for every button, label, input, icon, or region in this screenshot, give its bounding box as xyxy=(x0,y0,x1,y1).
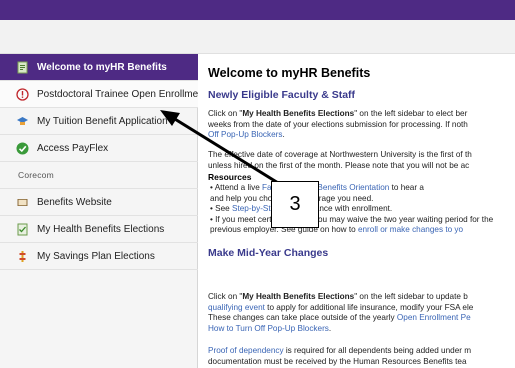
section-heading-newly-eligible: Newly Eligible Faculty & Staff xyxy=(208,89,356,101)
newly-eligible-paragraph-line-3: Off Pop-Up Blockers. xyxy=(208,130,285,139)
document-icon xyxy=(16,61,29,74)
main-content: Welcome to myHR Benefits Newly Eligible … xyxy=(208,54,515,368)
coverage-paragraph-line-1: The effective date of coverage at Northw… xyxy=(208,150,472,159)
mid-year-paragraph-line-3: These changes can take place outside of … xyxy=(208,313,471,322)
turn-off-pop-up-blockers-link[interactable]: How to Turn Off Pop-Up Blockers xyxy=(208,324,329,333)
annotation-callout: 3 xyxy=(271,181,319,228)
top-brand-bar xyxy=(0,0,515,20)
resources-heading: Resources xyxy=(208,172,252,182)
open-enrollment-period-link[interactable]: Open Enrollment Pe xyxy=(397,313,471,322)
sidebar-item-payflex[interactable]: Access PayFlex xyxy=(0,135,198,162)
proof-of-dependency-line-1: Proof of dependency is required for all … xyxy=(208,346,472,355)
page-title: Welcome to myHR Benefits xyxy=(208,66,371,80)
sidebar-item-health-benefits-elections[interactable]: My Health Benefits Elections xyxy=(0,216,198,243)
enroll-or-make-changes-link[interactable]: enroll or make changes to yo xyxy=(358,225,463,234)
sidebar-item-label: Benefits Website xyxy=(37,196,112,208)
sidebar-item-welcome[interactable]: Welcome to myHR Benefits xyxy=(0,54,198,81)
check-circle-icon xyxy=(16,142,29,155)
newly-eligible-paragraph-line-2: weeks from the date of your elections su… xyxy=(208,119,468,129)
myhr-benefits-page: Welcome to myHR Benefits Postdoctoral Tr… xyxy=(0,0,515,368)
sub-header-bar xyxy=(0,20,515,54)
sidebar-item-label: Postdoctoral Trainee Open Enrollment xyxy=(37,88,198,100)
sidebar-item-label: Access PayFlex xyxy=(37,142,109,154)
sidebar-item-savings-plan-elections[interactable]: My Savings Plan Elections xyxy=(0,243,198,270)
mid-year-paragraph-line-2: qualifying event to apply for additional… xyxy=(208,302,474,312)
section-heading-mid-year-changes: Make Mid-Year Changes xyxy=(208,247,329,259)
sidebar-item-benefits-website[interactable]: Benefits Website xyxy=(0,189,198,216)
graduation-cap-icon xyxy=(16,115,29,128)
resources-bullet-3-line-2: previous employer. See guide on how to e… xyxy=(210,225,464,234)
sidebar: Welcome to myHR Benefits Postdoctoral Tr… xyxy=(0,54,198,368)
sidebar-item-label: My Savings Plan Elections xyxy=(37,250,155,262)
sidebar-item-label: My Health Benefits Elections xyxy=(37,223,165,235)
coverage-paragraph-line-2: unless hired on the first of the month. … xyxy=(208,160,470,170)
pop-up-blockers-link[interactable]: Off Pop-Up Blockers xyxy=(208,130,282,139)
sidebar-item-label: My Tuition Benefit Application xyxy=(37,115,168,127)
alert-icon xyxy=(16,87,29,101)
proof-of-dependency-link[interactable]: Proof of dependency xyxy=(208,346,284,355)
qualifying-event-link[interactable]: qualifying event xyxy=(208,303,265,312)
form-icon xyxy=(16,223,29,236)
resources-bullet-3: • If you meet certain criteria, you may … xyxy=(210,214,494,224)
corecom-logo: Corecom xyxy=(18,170,54,180)
mid-year-paragraph-line-4: How to Turn Off Pop-Up Blockers. xyxy=(208,323,332,333)
sidebar-item-label: Welcome to myHR Benefits xyxy=(37,61,167,73)
mid-year-paragraph-line-1: Click on "My Health Benefits Elections" … xyxy=(208,292,468,301)
sidebar-item-corecom[interactable]: Corecom xyxy=(0,162,198,189)
newly-eligible-paragraph-line-1: Click on "My Health Benefits Elections" … xyxy=(208,109,468,118)
sidebar-item-tuition-benefit[interactable]: My Tuition Benefit Application xyxy=(0,108,198,135)
sidebar-item-postdoctoral-open-enrollment[interactable]: Postdoctoral Trainee Open Enrollment xyxy=(0,81,198,108)
piggy-bank-icon xyxy=(16,250,29,263)
proof-of-dependency-line-2: documentation must be received by the Hu… xyxy=(208,356,467,366)
book-icon xyxy=(16,196,29,209)
